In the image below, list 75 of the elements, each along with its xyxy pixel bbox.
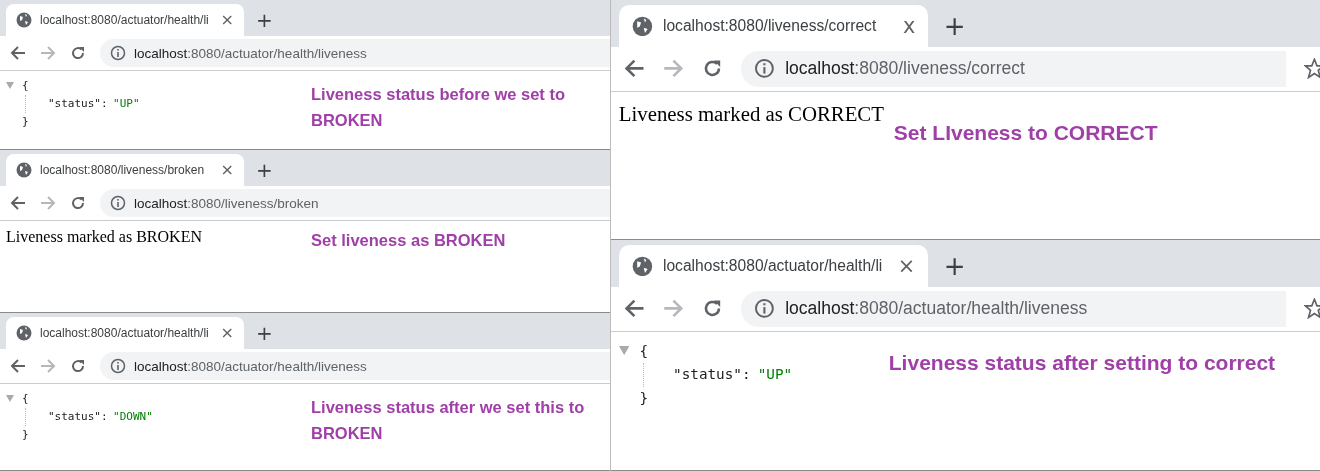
json-colon: : [741, 366, 751, 383]
back-arrow-icon [624, 58, 645, 80]
close-tab-button[interactable]: × [220, 325, 234, 341]
info-icon [753, 298, 775, 320]
forward-arrow-icon [40, 195, 56, 211]
json-key: "status" [48, 97, 101, 110]
back-arrow-icon [10, 195, 26, 211]
forward-arrow-icon [663, 58, 684, 80]
json-brace: } [22, 427, 30, 443]
reload-icon [70, 45, 86, 61]
page-text: Liveness marked as BROKEN [6, 227, 202, 247]
browser-tab[interactable]: localhost:8080/actuator/health/li × [6, 4, 244, 36]
globe-icon [16, 162, 32, 178]
back-button[interactable] [624, 58, 645, 80]
json-brace: } [639, 388, 650, 408]
globe-icon [16, 12, 32, 28]
new-tab-button[interactable]: + [256, 10, 273, 30]
address-bar[interactable]: localhost:8080/liveness/broken [100, 189, 610, 217]
reload-icon [70, 195, 86, 211]
back-arrow-icon [624, 298, 645, 320]
annotation-text: Set liveness as BROKEN [311, 230, 506, 251]
new-tab-button[interactable]: + [256, 323, 273, 343]
info-icon [110, 358, 126, 374]
json-key: "status" [673, 366, 742, 383]
globe-icon [631, 15, 653, 37]
reload-icon [70, 358, 86, 374]
json-value: "UP" [113, 97, 140, 110]
new-tab-button[interactable]: + [943, 13, 966, 39]
new-tab-button[interactable]: + [256, 160, 273, 180]
back-button[interactable] [10, 195, 26, 211]
json-colon: : [101, 97, 108, 110]
address-bar[interactable]: localhost:8080/actuator/health/liveness [100, 39, 610, 67]
info-icon [753, 58, 775, 80]
info-icon [110, 45, 126, 61]
page-text: Liveness marked as CORRECT [618, 100, 884, 127]
json-brace: } [22, 114, 30, 130]
forward-arrow-icon [40, 358, 56, 374]
browser-tab[interactable]: localhost:8080/actuator/health/li × [618, 245, 929, 287]
info-icon [110, 195, 126, 211]
reload-button[interactable] [70, 358, 86, 374]
reload-button[interactable] [70, 45, 86, 61]
star-icon[interactable] [1304, 298, 1320, 320]
json-value: "DOWN" [113, 410, 153, 423]
back-arrow-icon [10, 45, 26, 61]
forward-arrow-icon [663, 298, 684, 320]
reload-button[interactable] [70, 195, 86, 211]
close-tab-button[interactable]: × [220, 12, 234, 28]
annotation-text: Liveness status before we set to BROKEN [311, 84, 566, 132]
json-colon: : [101, 410, 108, 423]
forward-arrow-icon [40, 45, 56, 61]
back-button[interactable] [10, 45, 26, 61]
annotation-text: Set LIveness to CORRECT [893, 119, 1158, 146]
new-tab-button[interactable]: + [943, 253, 966, 279]
close-tab-button[interactable]: x [902, 15, 916, 37]
star-icon[interactable] [1304, 58, 1320, 80]
json-brace: { [639, 341, 650, 361]
browser-tab[interactable]: localhost:8080/liveness/broken × [6, 154, 244, 186]
json-brace: { [22, 78, 30, 94]
json-key: "status" [48, 410, 101, 423]
json-value: "UP" [757, 366, 793, 383]
close-tab-button[interactable]: × [220, 162, 234, 178]
back-arrow-icon [10, 358, 26, 374]
address-bar[interactable]: localhost:8080/liveness/correct [740, 50, 1287, 88]
globe-icon [16, 325, 32, 341]
annotation-text: Liveness status after setting to correct [888, 349, 1276, 376]
browser-tab[interactable]: localhost:8080/liveness/correct x [618, 5, 929, 47]
address-bar[interactable]: localhost:8080/actuator/health/liveness [740, 290, 1287, 328]
annotation-text: Liveness status after we set this to BROKEN [311, 397, 586, 445]
address-bar[interactable]: localhost:8080/actuator/health/liveness [100, 352, 610, 380]
globe-icon [631, 255, 653, 277]
close-tab-button[interactable]: × [897, 255, 916, 277]
browser-tab[interactable]: localhost:8080/actuator/health/li × [6, 317, 244, 349]
back-button[interactable] [10, 358, 26, 374]
json-brace: { [22, 391, 30, 407]
back-button[interactable] [624, 298, 645, 320]
